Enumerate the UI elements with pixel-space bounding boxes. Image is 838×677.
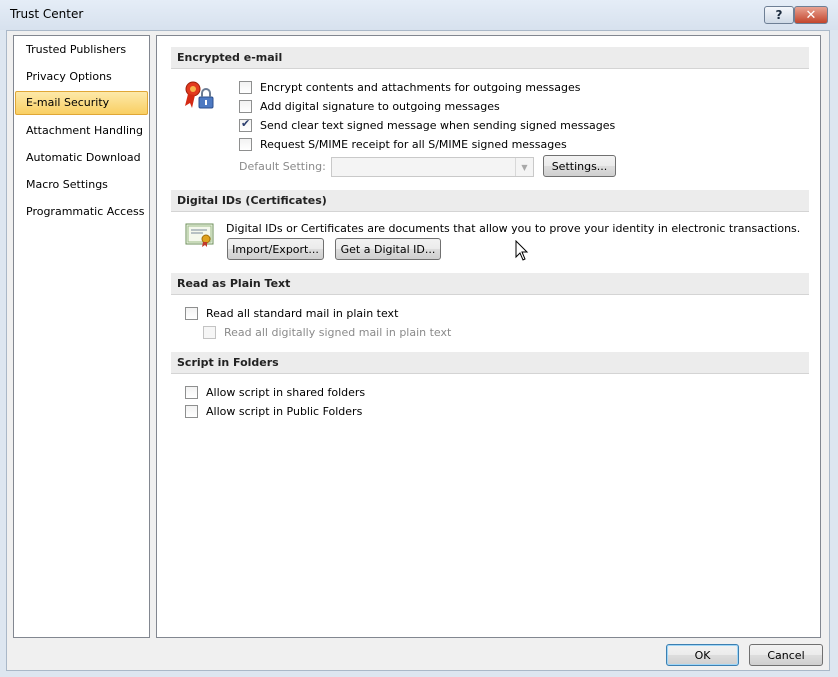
sidebar: Trusted Publishers Privacy Options E-mai…	[13, 35, 150, 638]
title-bar: Trust Center ? ✕	[0, 0, 838, 30]
option-encrypt-contents[interactable]: Encrypt contents and attachments for out…	[239, 79, 580, 95]
sidebar-item-automatic-download[interactable]: Automatic Download	[15, 146, 148, 170]
option-add-signature[interactable]: Add digital signature to outgoing messag…	[239, 98, 500, 114]
send-clear-text-label: Send clear text signed message when send…	[260, 118, 616, 132]
sidebar-item-macro-settings[interactable]: Macro Settings	[15, 173, 148, 197]
digital-ids-description: Digital IDs or Certificates are document…	[226, 222, 801, 235]
script-shared-label: Allow script in shared folders	[206, 385, 366, 399]
script-public-checkbox[interactable]	[185, 404, 198, 418]
sidebar-item-privacy-options[interactable]: Privacy Options	[15, 65, 148, 89]
add-signature-checkbox[interactable]	[239, 99, 252, 113]
script-public-label: Allow script in Public Folders	[206, 404, 363, 418]
request-receipt-label: Request S/MIME receipt for all S/MIME si…	[260, 137, 567, 151]
settings-button[interactable]: Settings...	[543, 155, 616, 177]
help-button[interactable]: ?	[764, 6, 794, 24]
add-signature-label: Add digital signature to outgoing messag…	[260, 99, 500, 113]
sidebar-item-attachment-handling[interactable]: Attachment Handling	[15, 119, 148, 143]
encrypt-contents-checkbox[interactable]	[239, 80, 252, 94]
import-export-button[interactable]: Import/Export...	[227, 238, 324, 260]
cancel-button[interactable]: Cancel	[749, 644, 823, 666]
option-read-signed-plain-text[interactable]: Read all digitally signed mail in plain …	[203, 324, 451, 340]
sidebar-item-programmatic-access[interactable]: Programmatic Access	[15, 200, 148, 224]
mouse-cursor-icon	[515, 240, 529, 261]
section-header-plain-text: Read as Plain Text	[171, 273, 809, 295]
default-setting-label: Default Setting:	[239, 160, 326, 173]
section-header-encrypted: Encrypted e-mail	[171, 47, 809, 69]
ok-button[interactable]: OK	[666, 644, 739, 666]
chevron-down-icon: ▼	[515, 158, 533, 176]
option-send-clear-text[interactable]: Send clear text signed message when send…	[239, 117, 615, 133]
certificate-icon	[185, 223, 214, 247]
section-header-digital-ids: Digital IDs (Certificates)	[171, 190, 809, 212]
close-button[interactable]: ✕	[794, 6, 828, 24]
read-plain-text-label: Read all standard mail in plain text	[206, 306, 399, 320]
main-panel: Encrypted e-mail Encrypt contents and at…	[156, 35, 821, 638]
read-signed-plain-text-label: Read all digitally signed mail in plain …	[224, 325, 452, 339]
read-plain-text-checkbox[interactable]	[185, 306, 198, 320]
option-request-receipt[interactable]: Request S/MIME receipt for all S/MIME si…	[239, 136, 567, 152]
section-header-script: Script in Folders	[171, 352, 809, 374]
script-shared-checkbox[interactable]	[185, 385, 198, 399]
option-read-plain-text[interactable]: Read all standard mail in plain text	[185, 305, 398, 321]
encryption-lock-icon	[185, 81, 214, 109]
encrypt-contents-label: Encrypt contents and attachments for out…	[260, 80, 581, 94]
window-title: Trust Center	[10, 7, 84, 21]
sidebar-item-trusted-publishers[interactable]: Trusted Publishers	[15, 38, 148, 62]
get-digital-id-button[interactable]: Get a Digital ID...	[335, 238, 441, 260]
read-signed-plain-text-checkbox[interactable]	[203, 325, 216, 339]
default-setting-select[interactable]: ▼	[331, 157, 534, 177]
option-script-shared[interactable]: Allow script in shared folders	[185, 384, 365, 400]
send-clear-text-checkbox[interactable]	[239, 117, 252, 132]
request-receipt-checkbox[interactable]	[239, 137, 252, 151]
option-script-public[interactable]: Allow script in Public Folders	[185, 403, 362, 419]
sidebar-item-email-security[interactable]: E-mail Security	[15, 91, 148, 115]
